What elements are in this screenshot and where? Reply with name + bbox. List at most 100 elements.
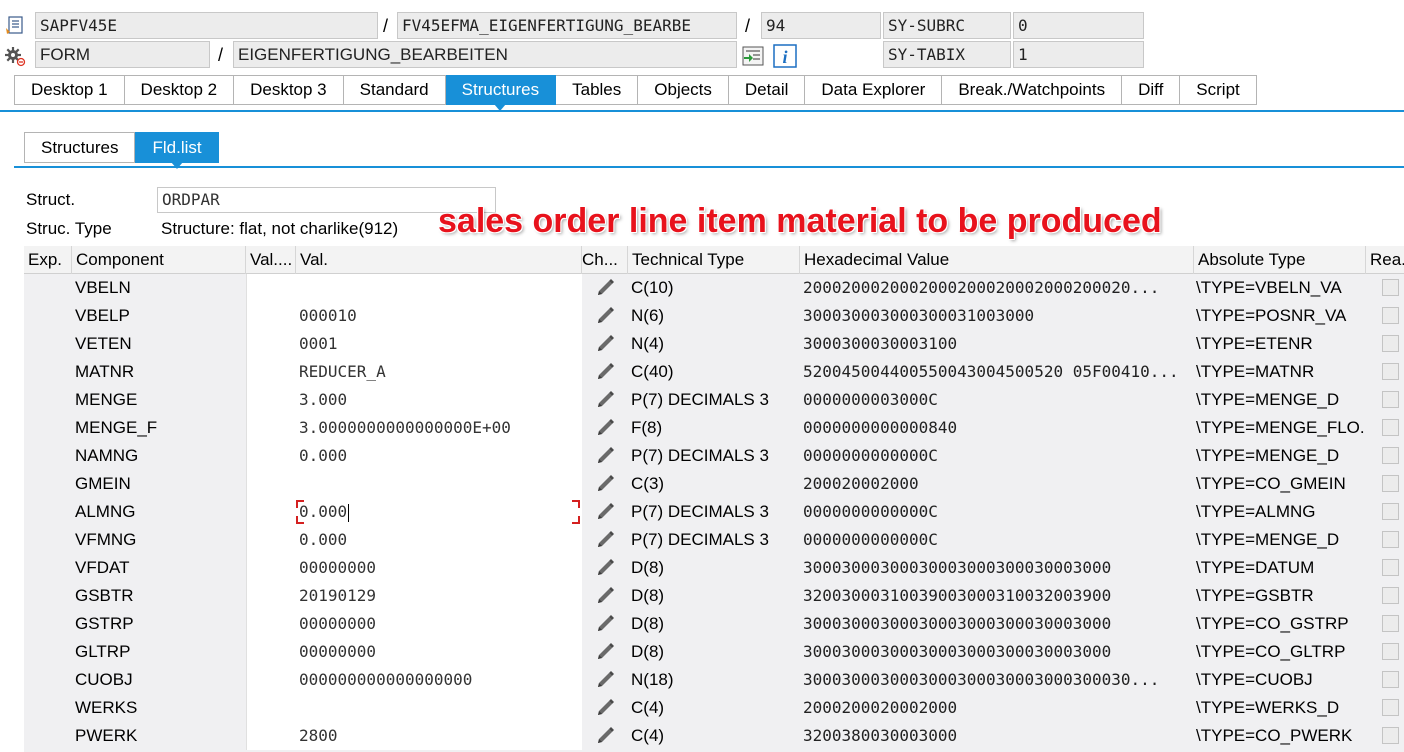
col-header-component[interactable]: Component	[72, 246, 246, 274]
cell-value-input[interactable]: 00000000	[246, 554, 582, 582]
source-code-icon[interactable]	[4, 14, 26, 36]
cell-value-input[interactable]: 00000000	[246, 638, 582, 666]
pencil-icon[interactable]	[582, 666, 628, 694]
table-row[interactable]: ALMNG 0.000 P(7) DECIMALS 3 0000000000000C \…	[24, 498, 1404, 526]
line-field[interactable]: 94	[761, 12, 881, 39]
pencil-icon[interactable]	[582, 302, 628, 330]
read-only-checkbox[interactable]	[1382, 587, 1399, 604]
read-only-checkbox[interactable]	[1382, 419, 1399, 436]
pencil-icon[interactable]	[582, 722, 628, 750]
tab-desktop-2[interactable]: Desktop 2	[124, 75, 235, 105]
read-only-checkbox[interactable]	[1382, 363, 1399, 380]
cell-value-input[interactable]: 2800	[246, 722, 582, 750]
pencil-icon[interactable]	[582, 610, 628, 638]
tab-detail[interactable]: Detail	[728, 75, 806, 105]
col-header-change[interactable]: Ch...	[578, 246, 628, 274]
col-header-value[interactable]: Val.	[296, 246, 582, 274]
pencil-icon[interactable]	[582, 554, 628, 582]
read-only-checkbox[interactable]	[1382, 279, 1399, 296]
subtab-field-list[interactable]: Fld.list	[135, 132, 219, 169]
read-only-checkbox[interactable]	[1382, 503, 1399, 520]
read-only-checkbox[interactable]	[1382, 531, 1399, 548]
pencil-icon[interactable]	[582, 414, 628, 442]
read-only-checkbox[interactable]	[1382, 643, 1399, 660]
pencil-icon[interactable]	[582, 442, 628, 470]
table-row[interactable]: CUOBJ 000000000000000000 N(18) 300030003000…	[24, 666, 1404, 694]
table-row[interactable]: GSTRP 00000000 D(8) 30003000300030003000300…	[24, 610, 1404, 638]
tab-breakpoints[interactable]: Break./Watchpoints	[942, 75, 1123, 105]
table-row[interactable]: VFMNG 0.000 P(7) DECIMALS 3 0000000000000C \…	[24, 526, 1404, 554]
tab-standard[interactable]: Standard	[343, 75, 446, 105]
tab-data-explorer[interactable]: Data Explorer	[805, 75, 943, 105]
event-type-field[interactable]: FORM	[35, 41, 210, 68]
info-icon[interactable]: i	[773, 44, 797, 68]
table-row[interactable]: GSBTR 20190129 D(8) 32003000310039003000310…	[24, 582, 1404, 610]
tab-desktop-1[interactable]: Desktop 1	[14, 75, 125, 105]
cell-value-input[interactable]: 00000000	[246, 610, 582, 638]
cell-value-input[interactable]: 0.000	[246, 526, 582, 554]
read-only-checkbox[interactable]	[1382, 391, 1399, 408]
read-only-checkbox[interactable]	[1382, 475, 1399, 492]
table-row[interactable]: PWERK 2800 C(4) 3200380030003000 \TYPE=CO_PW…	[24, 722, 1404, 750]
cell-value-input[interactable]: 3.0000000000000000E+00	[246, 414, 582, 442]
table-row[interactable]: WERKS C(4) 2000200020002000 \TYPE=WERKS_D	[24, 694, 1404, 722]
col-header-technical-type[interactable]: Technical Type	[628, 246, 800, 274]
cell-value-input[interactable]: 0001	[246, 330, 582, 358]
cell-value-input[interactable]	[246, 274, 582, 302]
read-only-checkbox[interactable]	[1382, 447, 1399, 464]
tab-desktop-3[interactable]: Desktop 3	[234, 75, 344, 105]
sysvar-value-field[interactable]: 1	[1013, 41, 1144, 68]
cell-value-input[interactable]: 3.000	[246, 386, 582, 414]
read-only-checkbox[interactable]	[1382, 559, 1399, 576]
sysvar-value-field[interactable]: 0	[1013, 12, 1144, 39]
table-row[interactable]: MENGE 3.000 P(7) DECIMALS 3 0000000003000C \…	[24, 386, 1404, 414]
cell-value-input[interactable]	[246, 470, 582, 498]
cell-value-input[interactable]: REDUCER_A	[246, 358, 582, 386]
col-header-absolute-type[interactable]: Absolute Type	[1194, 246, 1366, 274]
col-header-read-only[interactable]: Rea.	[1366, 246, 1404, 274]
pencil-icon[interactable]	[582, 498, 628, 526]
read-only-checkbox[interactable]	[1382, 307, 1399, 324]
tab-tables[interactable]: Tables	[556, 75, 639, 105]
cell-value-input[interactable]: 0.000	[246, 442, 582, 470]
tab-diff[interactable]: Diff	[1122, 75, 1181, 105]
subtab-structures[interactable]: Structures	[24, 132, 136, 163]
table-row[interactable]: GLTRP 00000000 D(8) 30003000300030003000300…	[24, 638, 1404, 666]
read-only-checkbox[interactable]	[1382, 671, 1399, 688]
col-header-valcol[interactable]: Val....	[246, 246, 296, 274]
program-field[interactable]: SAPFV45E	[35, 12, 378, 39]
tab-objects[interactable]: Objects	[638, 75, 729, 105]
cell-value-input[interactable]	[246, 694, 582, 722]
tab-structures[interactable]: Structures	[445, 75, 557, 111]
table-row[interactable]: VFDAT 00000000 D(8) 30003000300030003000300…	[24, 554, 1404, 582]
table-row[interactable]: MATNR REDUCER_A C(40) 520045004400550043004…	[24, 358, 1404, 386]
table-row[interactable]: VBELP 000010 N(6) 300030003000300031003000 \…	[24, 302, 1404, 330]
pencil-icon[interactable]	[582, 694, 628, 722]
cell-value-input[interactable]: 20190129	[246, 582, 582, 610]
table-row[interactable]: VETEN 0001 N(4) 3000300030003100 \TYPE=ETENR	[24, 330, 1404, 358]
pencil-icon[interactable]	[582, 274, 628, 302]
transfer-icon[interactable]	[741, 44, 765, 68]
col-header-hex-value[interactable]: Hexadecimal Value	[800, 246, 1194, 274]
sysvar-label-field[interactable]: SY-TABIX	[883, 41, 1011, 68]
table-row[interactable]: GMEIN C(3) 200020002000 \TYPE=CO_GMEIN	[24, 470, 1404, 498]
settings-gear-icon[interactable]	[4, 45, 26, 67]
pencil-icon[interactable]	[582, 330, 628, 358]
read-only-checkbox[interactable]	[1382, 699, 1399, 716]
tab-script[interactable]: Script	[1180, 75, 1257, 105]
read-only-checkbox[interactable]	[1382, 335, 1399, 352]
table-row[interactable]: VBELN C(10) 200020002000200020002000200020…	[24, 274, 1404, 302]
cell-value-input[interactable]: 000010	[246, 302, 582, 330]
col-header-exp[interactable]: Exp.	[24, 246, 72, 274]
pencil-icon[interactable]	[582, 358, 628, 386]
sysvar-label-field[interactable]: SY-SUBRC	[883, 12, 1011, 39]
pencil-icon[interactable]	[582, 470, 628, 498]
cell-value-input[interactable]: 000000000000000000	[246, 666, 582, 694]
read-only-checkbox[interactable]	[1382, 727, 1399, 744]
table-row[interactable]: NAMNG 0.000 P(7) DECIMALS 3 0000000000000C \…	[24, 442, 1404, 470]
read-only-checkbox[interactable]	[1382, 615, 1399, 632]
event-name-field[interactable]: EIGENFERTIGUNG_BEARBEITEN	[233, 41, 737, 68]
include-field[interactable]: FV45EFMA_EIGENFERTIGUNG_BEARBE	[397, 12, 737, 39]
table-row[interactable]: MENGE_F 3.0000000000000000E+00 F(8) 0000000…	[24, 414, 1404, 442]
pencil-icon[interactable]	[582, 386, 628, 414]
